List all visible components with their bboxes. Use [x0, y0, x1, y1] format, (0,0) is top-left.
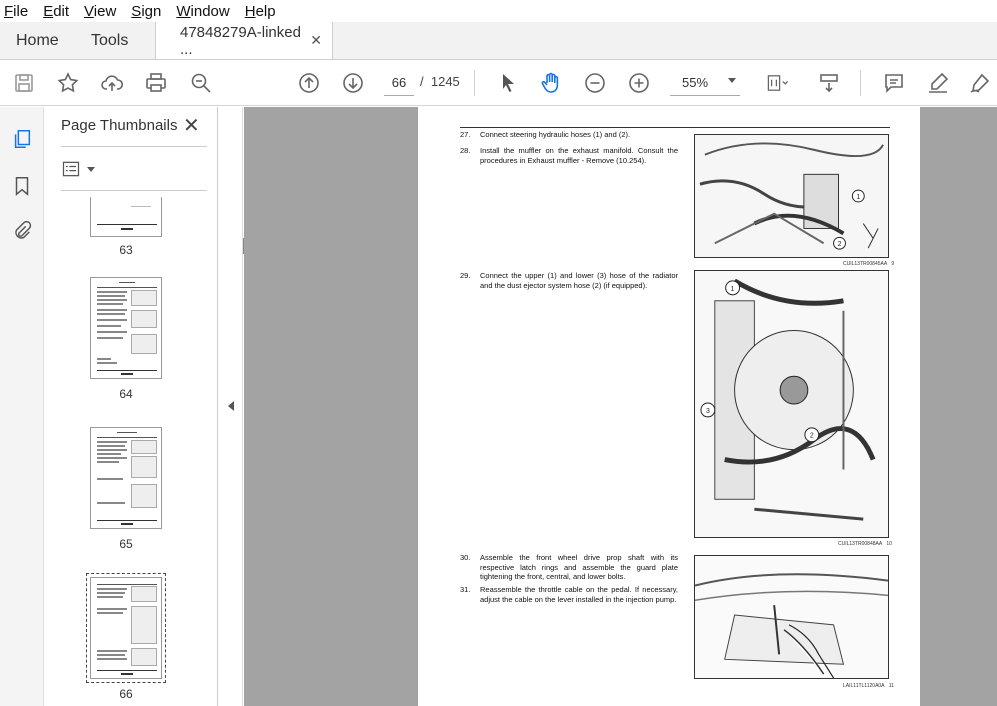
- sign-pen-icon[interactable]: [966, 69, 994, 97]
- page-thumbnail[interactable]: [90, 427, 162, 529]
- close-tab-icon[interactable]: ✕: [310, 32, 322, 49]
- page-thumbnails-icon[interactable]: [10, 127, 34, 151]
- zoom-in-icon[interactable]: [625, 69, 653, 97]
- close-panel-icon[interactable]: ✕: [183, 113, 200, 138]
- page-top-rule: [460, 127, 890, 128]
- figure-throttle-cable: [694, 555, 889, 679]
- attachment-icon[interactable]: [10, 219, 34, 243]
- page-count: / 1245: [420, 74, 460, 89]
- select-cursor-icon[interactable]: [494, 69, 522, 97]
- page-number-input[interactable]: 66: [384, 70, 414, 96]
- page-separator: /: [420, 74, 424, 89]
- navigation-rail: [0, 107, 44, 706]
- figure-caption: LAIL11TL1120A0A 11: [843, 683, 894, 689]
- collapse-left-icon[interactable]: [228, 401, 234, 411]
- figure-caption: CUIL13TR00848AA 10: [838, 541, 892, 547]
- panel-title: Page Thumbnails: [61, 117, 178, 134]
- tab-home[interactable]: Home: [0, 22, 75, 59]
- total-pages: 1245: [430, 74, 460, 89]
- step-number: 29.: [460, 271, 471, 280]
- thumbnail-label: 64: [119, 387, 133, 401]
- pdf-page: 27. Connect steering hydraulic hoses (1)…: [418, 107, 920, 706]
- menu-edit[interactable]: Edit: [43, 3, 69, 20]
- zoom-select[interactable]: 55%: [670, 70, 740, 96]
- fit-page-icon[interactable]: [760, 69, 796, 97]
- zoom-value: 55%: [682, 75, 709, 90]
- figure-steering-hoses: 1 2: [694, 134, 889, 258]
- figure-code: LAIL11TL1120A0A: [843, 683, 885, 689]
- save-icon[interactable]: [10, 69, 38, 97]
- tab-document-label: 47848279A-linked ...: [180, 23, 301, 58]
- figure-code: CUIL13TR00845AA: [843, 261, 888, 267]
- callout-1: 1: [856, 194, 860, 201]
- figure-caption: CUIL13TR00845AA 9: [843, 261, 894, 267]
- menu-window[interactable]: Window: [176, 3, 229, 20]
- figure-index: 9: [891, 261, 895, 267]
- page-thumbnail[interactable]: [90, 197, 162, 237]
- step-30: 30. Assemble the front wheel drive prop …: [460, 553, 678, 582]
- toolbar-divider: [860, 70, 861, 96]
- step-text: Install the muffler on the exhaust manif…: [480, 146, 678, 165]
- tab-document[interactable]: 47848279A-linked ... ✕: [155, 22, 333, 59]
- menu-file[interactable]: File: [4, 3, 28, 20]
- menu-bar: File Edit View Sign Window Help: [0, 0, 997, 22]
- step-number: 31.: [460, 585, 471, 594]
- tab-bar: Home Tools 47848279A-linked ... ✕: [0, 22, 997, 60]
- next-page-icon[interactable]: [339, 69, 367, 97]
- scroll-mode-icon[interactable]: [815, 69, 843, 97]
- step-text: Connect steering hydraulic hoses (1) and…: [480, 130, 631, 139]
- callout-3: 3: [706, 408, 710, 415]
- step-29: 29. Connect the upper (1) and lower (3) …: [460, 271, 678, 290]
- callout-1: 1: [731, 286, 735, 293]
- page-thumbnail-selected[interactable]: [86, 573, 166, 683]
- thumbnail-label: 66: [119, 687, 133, 701]
- chevron-down-icon: [87, 166, 95, 172]
- step-number: 27.: [460, 130, 471, 139]
- page-thumbnail[interactable]: [90, 277, 162, 379]
- cloud-upload-icon[interactable]: [98, 69, 126, 97]
- menu-view[interactable]: View: [84, 3, 116, 20]
- bookmark-icon[interactable]: [10, 174, 34, 198]
- menu-help[interactable]: Help: [245, 3, 276, 20]
- step-31: 31. Reassemble the throttle cable on the…: [460, 585, 678, 604]
- thumbnail-options-button[interactable]: [61, 159, 101, 179]
- step-28: 28. Install the muffler on the exhaust m…: [460, 146, 678, 165]
- step-number: 30.: [460, 553, 471, 562]
- zoom-search-icon[interactable]: [187, 69, 215, 97]
- panel-collapse-strip[interactable]: [219, 107, 243, 706]
- highlight-pen-icon[interactable]: [924, 69, 952, 97]
- thumbnail-list: 63 64 65 66: [45, 197, 200, 706]
- callout-2: 2: [838, 241, 842, 248]
- thumbnail-label: 65: [119, 537, 133, 551]
- menu-sign[interactable]: Sign: [131, 3, 161, 20]
- tab-tools[interactable]: Tools: [75, 22, 155, 59]
- comment-icon[interactable]: [880, 69, 908, 97]
- step-27: 27. Connect steering hydraulic hoses (1)…: [460, 130, 678, 140]
- figure-radiator-hoses: 1 2 3: [694, 270, 889, 538]
- zoom-out-icon[interactable]: [581, 69, 609, 97]
- previous-page-icon[interactable]: [295, 69, 323, 97]
- panel-divider: [61, 146, 207, 147]
- toolbar-divider: [474, 70, 475, 96]
- hand-tool-icon[interactable]: [537, 69, 565, 97]
- callout-2: 2: [810, 433, 814, 440]
- chevron-down-icon: [728, 78, 736, 83]
- panel-divider: [61, 190, 207, 191]
- step-text: Connect the upper (1) and lower (3) hose…: [480, 271, 678, 290]
- step-text: Reassemble the throttle cable on the ped…: [480, 585, 678, 604]
- print-icon[interactable]: [142, 69, 170, 97]
- star-icon[interactable]: [54, 69, 82, 97]
- thumbnails-panel: Page Thumbnails ✕ 63 64 65 66: [45, 107, 256, 706]
- figure-index: 11: [888, 683, 894, 689]
- toolbar: 66 / 1245 55%: [0, 60, 997, 106]
- thumbnail-label: 63: [119, 243, 133, 257]
- step-text: Assemble the front wheel drive prop shaf…: [480, 553, 678, 581]
- figure-code: CUIL13TR00848AA: [838, 541, 883, 547]
- step-number: 28.: [460, 146, 471, 155]
- document-view[interactable]: 27. Connect steering hydraulic hoses (1)…: [244, 107, 997, 706]
- figure-index: 10: [886, 541, 892, 547]
